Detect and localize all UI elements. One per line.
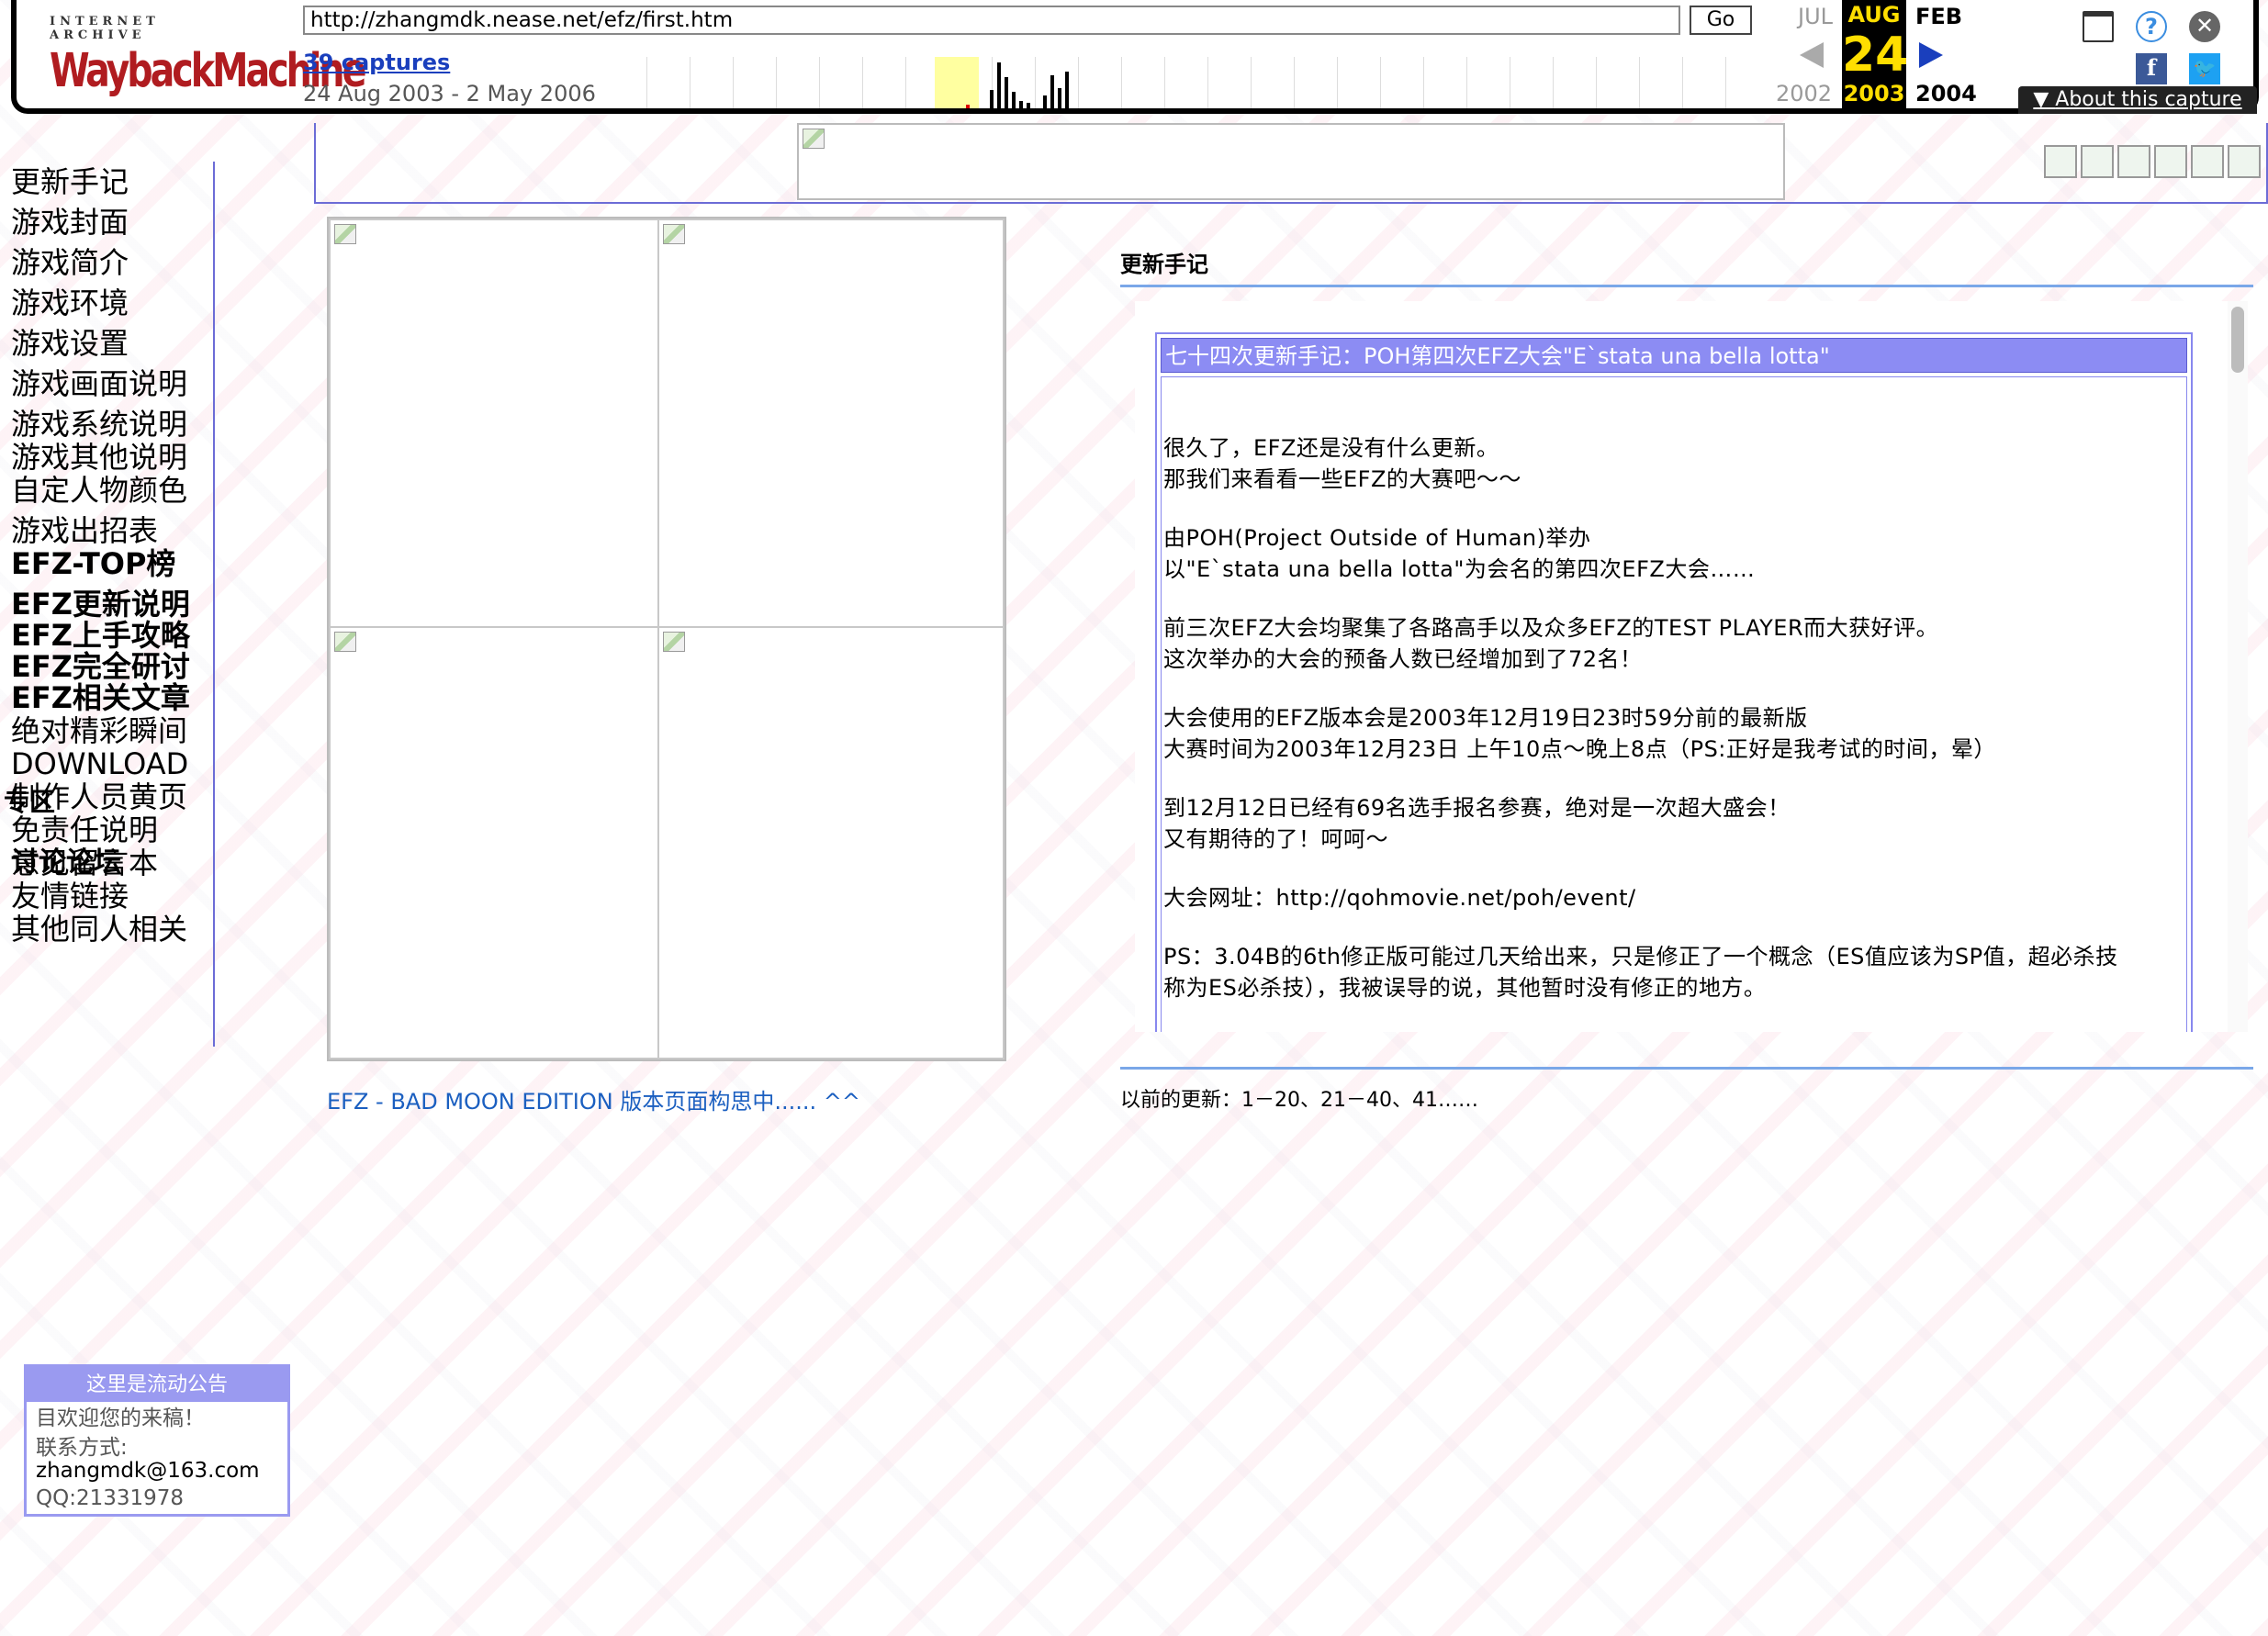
nav-item[interactable]: EFZ-TOP榜 — [11, 547, 175, 580]
update-entry: 七十四次更新手记：POH第四次EFZ大会"E`stata una bella l… — [1155, 332, 2193, 1032]
current-capture: AUG 24 2003 — [1842, 0, 1909, 108]
capture-year-highlight — [935, 57, 979, 108]
nav-item[interactable]: 讨论论坛 — [11, 846, 121, 880]
current-year: 2003 — [1843, 81, 1905, 106]
entry-line[interactable]: 大会网址：http://qohmovie.net/poh/event/ — [1163, 882, 1636, 913]
left-nav: 更新手记 游戏封面 游戏简介 游戏环境 游戏设置 游戏画面说明 游戏系统说明 游… — [4, 162, 215, 1047]
grid-image-2[interactable] — [657, 219, 1005, 628]
nav-item[interactable]: 游戏环境 — [11, 286, 129, 319]
entry-body: 很久了，EFZ还是没有什么更新。 那我们来看看一些EFZ的大赛吧～～ 由POH(… — [1161, 376, 2187, 1032]
twitter-icon[interactable]: 🐦 — [2189, 53, 2220, 84]
banner-button-6[interactable] — [2228, 145, 2261, 178]
broken-image-icon — [334, 224, 356, 244]
about-capture-button[interactable]: ▼ About this capture — [2018, 86, 2257, 114]
go-button[interactable]: Go — [1690, 6, 1752, 35]
banner-button-1[interactable] — [2044, 145, 2077, 178]
broken-image-icon — [334, 632, 356, 652]
image-grid — [327, 217, 1006, 1061]
banner-button-3[interactable] — [2117, 145, 2150, 178]
entry-line: 大赛时间为2003年12月23日 上午10点～晚上8点（PS:正好是我考试的时间… — [1163, 736, 1996, 762]
page-caption[interactable]: EFZ - BAD MOON EDITION 版本页面构思中...... ^^ — [327, 1083, 860, 1115]
banner-button-2[interactable] — [2081, 145, 2114, 178]
entry-title: 七十四次更新手记：POH第四次EFZ大会"E`stata una bella l… — [1161, 338, 2187, 373]
nav-item[interactable]: 游戏设置 — [11, 327, 129, 360]
nav-item[interactable]: EFZ相关文章 — [11, 681, 190, 714]
help-icon[interactable]: ? — [2136, 11, 2167, 42]
entry-line: 又有期待的了！呵呵～ — [1163, 826, 1388, 852]
broken-image-icon — [663, 224, 685, 244]
nav-item[interactable]: EFZ完全研讨 — [11, 650, 190, 683]
entry-line: 大会使用的EFZ版本会是2003年12月19日23时59分前的最新版 — [1163, 705, 1808, 731]
nav-item[interactable]: 更新手记 — [11, 165, 129, 198]
notice-line: 目欢迎您的来稿！ — [36, 1406, 205, 1430]
next-capture-arrow-icon[interactable] — [1919, 42, 1943, 68]
grid-image-1[interactable] — [329, 219, 659, 628]
facebook-icon[interactable]: f — [2136, 53, 2167, 84]
notice-title: 这里是流动公告 — [27, 1367, 287, 1402]
nav-item[interactable]: 友情链接 — [11, 880, 129, 913]
grid-image-4[interactable] — [657, 626, 1005, 1059]
entry-line: 那我们来看看一些EFZ的大赛吧～～ — [1163, 466, 1521, 492]
entry-line: 很久了，EFZ还是没有什么更新。 — [1163, 435, 1499, 461]
calendar-navigator: JUL 2002 AUG 24 2003 FEB 2004 — [1759, 0, 1998, 114]
banner-button-4[interactable] — [2154, 145, 2187, 178]
top-banner — [314, 123, 2268, 204]
logo-top-text: INTERNET ARCHIVE — [50, 15, 160, 42]
scrollbar-track[interactable] — [2228, 301, 2248, 1032]
nav-item[interactable]: 免责任说明 — [11, 813, 158, 846]
capture-sparkline[interactable] — [604, 57, 1752, 108]
banner-button-5[interactable] — [2191, 145, 2224, 178]
nav-item[interactable]: 游戏其他说明 — [11, 441, 187, 474]
floating-notice: 这里是流动公告 目欢迎您的来稿！ 联系方式: zhangmdk@163.com … — [24, 1364, 290, 1517]
nav-item[interactable]: EFZ上手攻略 — [11, 619, 190, 652]
entry-line: 称为ES必杀技），我被误导的说，其他暂时没有修正的地方。 — [1163, 975, 1767, 1001]
wayback-toolbar: INTERNET ARCHIVE WaybackMachine Go 39 ca… — [11, 0, 2259, 114]
broken-image-icon — [663, 632, 685, 652]
nav-item[interactable]: 游戏封面 — [11, 206, 129, 239]
current-month: AUG — [1847, 2, 1901, 28]
previous-updates-links[interactable]: 以前的更新：1－20、21－40、41…… — [1120, 1083, 1478, 1113]
prev-capture-arrow-icon[interactable] — [1800, 42, 1824, 68]
url-input[interactable] — [303, 6, 1680, 35]
nav-item[interactable]: 游戏画面说明 — [11, 367, 187, 400]
notice-email[interactable]: zhangmdk@163.com — [36, 1459, 260, 1483]
nav-item[interactable]: 游戏出招表 — [11, 514, 158, 547]
prev-month[interactable]: JUL — [1798, 4, 1833, 29]
updates-scroll-area[interactable]: 七十四次更新手记：POH第四次EFZ大会"E`stata una bella l… — [1135, 301, 2248, 1032]
close-icon[interactable]: ✕ — [2189, 11, 2220, 42]
divider — [1120, 1067, 2253, 1070]
broken-image-icon — [803, 129, 825, 149]
entry-line: 前三次EFZ大会均聚集了各路高手以及众多EFZ的TEST PLAYER而大获好评… — [1163, 615, 1939, 641]
capture-date-range: 24 Aug 2003 - 2 May 2006 — [303, 81, 596, 106]
nav-item[interactable]: 游戏简介 — [11, 246, 129, 279]
nav-item[interactable]: 其他同人相关 — [11, 913, 187, 946]
scrollbar-thumb[interactable] — [2231, 307, 2244, 373]
entry-line: 这次举办的大会的预备人数已经增加到了72名！ — [1163, 646, 1643, 672]
entry-line: PS：3.04B的6th修正版可能过几天给出来，只是修正了一个概念（ES值应该为… — [1163, 944, 2118, 969]
next-year[interactable]: 2004 — [1915, 81, 1977, 106]
entry-line: 以"E`stata una bella lotta"为会名的第四次EFZ大会…… — [1163, 556, 1756, 582]
logo-main-text: WaybackMachine — [50, 44, 366, 98]
wayback-logo[interactable]: INTERNET ARCHIVE WaybackMachine — [50, 15, 366, 98]
about-capture-label: About this capture — [2055, 88, 2242, 111]
current-day: 24 — [1842, 28, 1909, 83]
screenshot-icon[interactable] — [2083, 11, 2114, 42]
entry-line: 到12月12日已经有69名选手报名参赛，绝对是一次超大盛会！ — [1163, 795, 1791, 821]
prev-year[interactable]: 2002 — [1776, 81, 1832, 106]
grid-image-3[interactable] — [329, 626, 659, 1059]
nav-item[interactable]: EFZ更新说明 — [11, 588, 190, 621]
nav-item[interactable]: DOWNLOAD — [11, 747, 188, 780]
divider — [1120, 285, 2253, 287]
next-month[interactable]: FEB — [1915, 4, 1962, 29]
updates-title: 更新手记 — [1120, 252, 1208, 277]
captures-link[interactable]: 39 captures — [303, 50, 450, 75]
nav-item[interactable]: 游戏系统说明 — [11, 408, 187, 441]
entry-line: 由POH(Project Outside of Human)举办 — [1163, 525, 1591, 551]
nav-item[interactable]: 绝对精彩瞬间 — [11, 714, 187, 747]
banner-image — [797, 123, 1785, 200]
notice-line: 联系方式: — [36, 1436, 128, 1460]
nav-item[interactable]: 自定人物颜色 — [11, 474, 187, 507]
notice-line: QQ:21331978 — [36, 1486, 185, 1510]
